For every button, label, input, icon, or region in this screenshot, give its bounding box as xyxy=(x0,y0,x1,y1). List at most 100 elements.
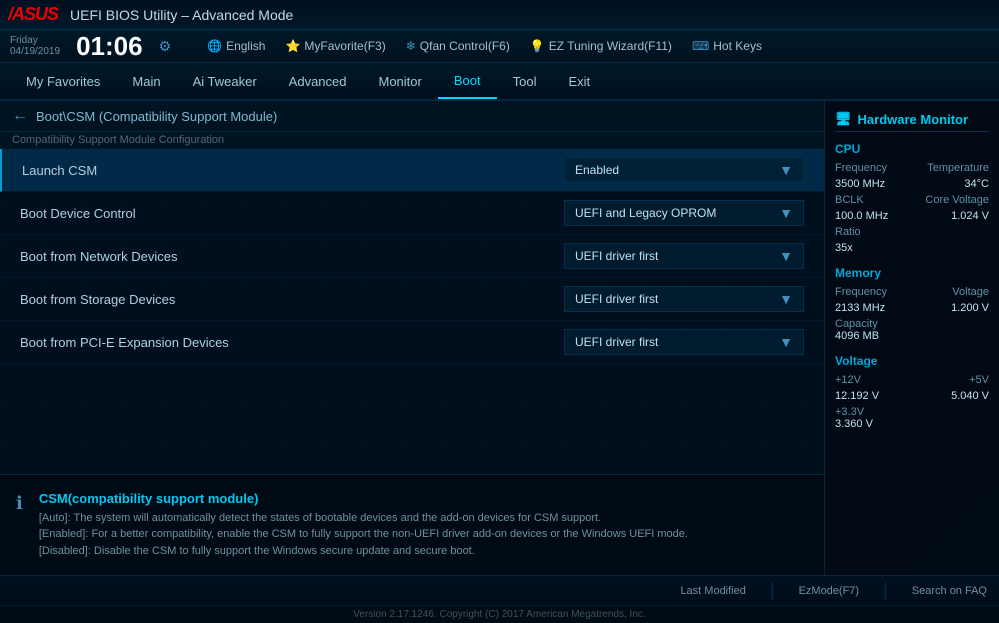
breadcrumb: Boot\CSM (Compatibility Support Module) xyxy=(36,109,277,124)
info-panel: ℹ CSM(compatibility support module) [Aut… xyxy=(0,474,824,576)
boot-network-dropdown-icon[interactable]: ▼ xyxy=(779,248,793,264)
boot-device-control-label: Boot Device Control xyxy=(20,206,564,221)
ezmode-button[interactable]: EzMode(F7) xyxy=(799,585,860,597)
nav-my-favorites[interactable]: My Favorites xyxy=(10,63,116,99)
boot-pcie-value[interactable]: UEFI driver first ▼ xyxy=(564,329,804,355)
mem-volt-value: 1.200 V xyxy=(951,302,989,314)
nav-advanced[interactable]: Advanced xyxy=(273,63,363,99)
launch-csm-value[interactable]: Enabled ▼ xyxy=(564,157,804,183)
nav-exit[interactable]: Exit xyxy=(552,63,606,99)
cpu-bclk-val-row: 100.0 MHz 1.024 V xyxy=(835,210,989,222)
cpu-temp-label: Temperature xyxy=(927,162,989,174)
time-display: 01:06 xyxy=(76,33,143,59)
hardware-monitor-sidebar: 🖥 Hardware Monitor CPU Frequency Tempera… xyxy=(824,101,999,575)
main-panel: ← Boot\CSM (Compatibility Support Module… xyxy=(0,101,824,575)
cpu-ratio-label: Ratio xyxy=(835,226,861,238)
cpu-section: CPU Frequency Temperature 3500 MHz 34°C … xyxy=(835,142,989,254)
volt-12v-value: 12.192 V xyxy=(835,390,879,402)
cpu-corevoltage-label: Core Voltage xyxy=(925,194,989,206)
hardware-monitor-title: 🖥 Hardware Monitor xyxy=(835,111,989,132)
cpu-section-title: CPU xyxy=(835,142,989,156)
launch-csm-dropdown-icon[interactable]: ▼ xyxy=(779,162,793,178)
voltage-section: Voltage +12V +5V 12.192 V 5.040 V +3.3V … xyxy=(835,354,989,430)
boot-storage-dropdown-icon[interactable]: ▼ xyxy=(779,291,793,307)
star-icon: ⭐ xyxy=(285,39,300,53)
cpu-bclk-row: BCLK Core Voltage xyxy=(835,194,989,206)
top-bar: /ASUS UEFI BIOS Utility – Advanced Mode xyxy=(0,0,999,30)
time-bar-items: 🌐 English ⭐ MyFavorite(F3) ❄ Qfan Contro… xyxy=(207,39,762,53)
qfan-item[interactable]: ❄ Qfan Control(F6) xyxy=(406,39,510,53)
cpu-ratio-value: 35x xyxy=(835,242,989,254)
date-label: 04/19/2019 xyxy=(10,46,60,57)
cpu-freq-label: Frequency xyxy=(835,162,887,174)
info-line-3: [Disabled]: Disable the CSM to fully sup… xyxy=(39,543,688,560)
boot-device-control-text: UEFI and Legacy OPROM xyxy=(575,206,716,220)
qfan-label: Qfan Control(F6) xyxy=(420,39,510,53)
boot-pcie-dropdown-icon[interactable]: ▼ xyxy=(779,334,793,350)
boot-pcie-text: UEFI driver first xyxy=(575,335,658,349)
mem-freq-label: Frequency xyxy=(835,286,887,298)
cpu-freq-row: Frequency Temperature xyxy=(835,162,989,174)
date-block: Friday 04/19/2019 xyxy=(10,35,60,57)
nav-main[interactable]: Main xyxy=(116,63,176,99)
mem-volt-label: Voltage xyxy=(952,286,989,298)
hotkeys-item[interactable]: ⌨ Hot Keys xyxy=(692,39,762,53)
setting-row-boot-device-control[interactable]: Boot Device Control UEFI and Legacy OPRO… xyxy=(0,192,824,235)
nav-tool[interactable]: Tool xyxy=(497,63,553,99)
cpu-ratio-row: Ratio xyxy=(835,226,989,238)
cpu-freq-value: 3500 MHz xyxy=(835,178,885,190)
mem-cap-label: Capacity xyxy=(835,318,989,330)
boot-device-control-value[interactable]: UEFI and Legacy OPROM ▼ xyxy=(564,200,804,226)
boot-storage-value[interactable]: UEFI driver first ▼ xyxy=(564,286,804,312)
monitor-icon: 🖥 xyxy=(835,111,852,127)
volt-12v-label: +12V xyxy=(835,374,861,386)
boot-network-label: Boot from Network Devices xyxy=(20,249,564,264)
fan-icon: ❄ xyxy=(406,39,416,53)
myfavorite-label: MyFavorite(F3) xyxy=(304,39,385,53)
boot-network-value[interactable]: UEFI driver first ▼ xyxy=(564,243,804,269)
setting-row-boot-storage[interactable]: Boot from Storage Devices UEFI driver fi… xyxy=(0,278,824,321)
setting-row-boot-network[interactable]: Boot from Network Devices UEFI driver fi… xyxy=(0,235,824,278)
info-icon: ℹ xyxy=(16,493,23,560)
mem-freq-value: 2133 MHz xyxy=(835,302,885,314)
version-bar: Version 2.17.1246. Copyright (C) 2017 Am… xyxy=(0,605,999,623)
volt-33v-value: 3.360 V xyxy=(835,418,989,430)
memory-section-title: Memory xyxy=(835,266,989,280)
cpu-bclk-value: 100.0 MHz xyxy=(835,210,888,222)
eztuning-item[interactable]: 💡 EZ Tuning Wizard(F11) xyxy=(530,39,672,53)
volt-33v-label: +3.3V xyxy=(835,406,989,418)
mem-freq-val-row: 2133 MHz 1.200 V xyxy=(835,302,989,314)
gear-icon[interactable]: ⚙ xyxy=(159,38,172,55)
volt-12v-val-row: 12.192 V 5.040 V xyxy=(835,390,989,402)
time-bar: Friday 04/19/2019 01:06 ⚙ 🌐 English ⭐ My… xyxy=(0,30,999,63)
divider-2: | xyxy=(883,580,888,601)
cpu-bclk-label: BCLK xyxy=(835,194,864,206)
nav-ai-tweaker[interactable]: Ai Tweaker xyxy=(177,63,273,99)
memory-section: Memory Frequency Voltage 2133 MHz 1.200 … xyxy=(835,266,989,342)
mem-cap-value: 4096 MB xyxy=(835,330,989,342)
boot-storage-label: Boot from Storage Devices xyxy=(20,292,564,307)
info-title: CSM(compatibility support module) xyxy=(39,491,688,506)
nav-monitor[interactable]: Monitor xyxy=(363,63,438,99)
voltage-section-title: Voltage xyxy=(835,354,989,368)
info-line-2: [Enabled]: For a better compatibility, e… xyxy=(39,526,688,543)
launch-csm-text: Enabled xyxy=(575,163,619,177)
boot-pcie-label: Boot from PCI-E Expansion Devices xyxy=(20,335,564,350)
myfavorite-item[interactable]: ⭐ MyFavorite(F3) xyxy=(285,39,385,53)
setting-row-boot-pcie[interactable]: Boot from PCI-E Expansion Devices UEFI d… xyxy=(0,321,824,364)
back-arrow-icon[interactable]: ← xyxy=(12,107,28,125)
bottom-bar: Last Modified | EzMode(F7) | Search on F… xyxy=(0,575,999,605)
volt-5v-value: 5.040 V xyxy=(951,390,989,402)
language-item[interactable]: 🌐 English xyxy=(207,39,265,53)
main-container: /ASUS UEFI BIOS Utility – Advanced Mode … xyxy=(0,0,999,623)
hotkeys-label: Hot Keys xyxy=(713,39,762,53)
boot-storage-text: UEFI driver first xyxy=(575,292,658,306)
version-text: Version 2.17.1246. Copyright (C) 2017 Am… xyxy=(353,609,645,620)
nav-boot[interactable]: Boot xyxy=(438,63,497,99)
keyboard-icon: ⌨ xyxy=(692,39,709,53)
asus-logo: /ASUS xyxy=(8,4,58,25)
boot-device-control-dropdown-icon[interactable]: ▼ xyxy=(779,205,793,221)
search-faq-button[interactable]: Search on FAQ xyxy=(912,585,987,597)
setting-row-launch-csm[interactable]: Launch CSM Enabled ▼ xyxy=(0,149,824,192)
globe-icon: 🌐 xyxy=(207,39,222,53)
